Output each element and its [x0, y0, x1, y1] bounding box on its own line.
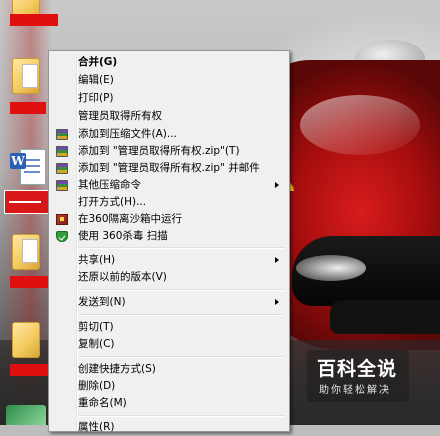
selected-label-text-mark: [9, 201, 41, 203]
desktop-folder-1[interactable]: [10, 0, 58, 26]
menu-item-rename[interactable]: 重命名(M): [51, 395, 287, 412]
menu-item-label: 在360隔离沙箱中运行: [78, 213, 183, 225]
site-watermark: 百科全说 助你轻松解决: [307, 350, 409, 402]
desktop-word-document[interactable]: W: [10, 149, 46, 185]
menu-item-label: 属性(R): [78, 421, 115, 433]
submenu-arrow-icon: [275, 257, 279, 263]
folder-icon: [12, 322, 40, 358]
watermark-title: 百科全说: [317, 358, 398, 380]
menu-separator: [78, 314, 285, 316]
menu-item-label: 共享(H): [78, 254, 116, 266]
menu-item-create-shortcut[interactable]: 创建快捷方式(S): [51, 361, 287, 378]
menu-item-label: 管理员取得所有权: [78, 110, 162, 122]
menu-item-open-with[interactable]: 打开方式(H)...: [51, 194, 287, 211]
archive-icon: [56, 163, 68, 174]
menu-item-add-to-archive[interactable]: 添加到压缩文件(A)...: [51, 126, 287, 143]
menu-item-label: 创建快捷方式(S): [78, 363, 156, 375]
desktop-app-icon[interactable]: [6, 405, 46, 425]
desktop-folder-4[interactable]: [8, 322, 48, 376]
menu-item-label: 复制(C): [78, 338, 115, 350]
document-line: [24, 165, 40, 167]
desktop-folder-2[interactable]: [8, 58, 48, 114]
word-icon: W: [10, 153, 26, 169]
menu-item-share[interactable]: 共享(H): [51, 252, 287, 269]
menu-item-add-to-zip[interactable]: 添加到 "管理员取得所有权.zip"(T): [51, 143, 287, 160]
folder-paper: [22, 239, 38, 263]
archive-icon: [56, 129, 68, 140]
menu-item-label: 发送到(N): [78, 296, 126, 308]
menu-item-take-ownership[interactable]: 管理员取得所有权: [51, 108, 287, 125]
menu-item-label: 删除(D): [78, 380, 116, 392]
menu-item-label: 使用 360杀毒 扫描: [78, 230, 168, 242]
menu-item-360-scan[interactable]: 使用 360杀毒 扫描: [51, 228, 287, 245]
submenu-arrow-icon: [275, 182, 279, 188]
desktop-icon-label: [10, 364, 48, 376]
menu-item-label: 其他压缩命令: [78, 179, 141, 191]
menu-item-label: 重命名(M): [78, 397, 127, 409]
shield-icon: [56, 231, 68, 242]
menu-item-merge[interactable]: 合并(G): [51, 54, 287, 71]
menu-item-label: 添加到压缩文件(A)...: [78, 128, 177, 140]
menu-item-send-to[interactable]: 发送到(N): [51, 294, 287, 311]
menu-item-360-sandbox[interactable]: 在360隔离沙箱中运行: [51, 211, 287, 228]
archive-icon: [56, 180, 68, 191]
car-hood-shine: [300, 95, 420, 155]
menu-item-label: 剪切(T): [78, 321, 114, 333]
car-intake: [330, 300, 440, 334]
archive-icon: [56, 146, 68, 157]
folder-paper: [22, 64, 38, 88]
context-menu: 合并(G) 编辑(E) 打印(P) 管理员取得所有权 添加到压缩文件(A)...…: [48, 50, 290, 433]
menu-item-properties[interactable]: 属性(R): [51, 419, 287, 436]
menu-item-edit[interactable]: 编辑(E): [51, 72, 287, 89]
desktop-folder-3[interactable]: [8, 234, 48, 288]
document-line: [24, 171, 40, 173]
menu-separator: [78, 356, 285, 358]
desktop-icon-label: [10, 276, 48, 288]
menu-item-add-to-zip-email[interactable]: 添加到 "管理员取得所有权.zip" 并邮件: [51, 160, 287, 177]
menu-item-label: 添加到 "管理员取得所有权.zip" 并邮件: [78, 162, 260, 174]
menu-item-label: 编辑(E): [78, 74, 114, 86]
menu-item-label: 还原以前的版本(V): [78, 271, 167, 283]
car-headlamp: [296, 255, 366, 281]
menu-separator: [78, 415, 285, 417]
menu-item-other-compress[interactable]: 其他压缩命令: [51, 177, 287, 194]
menu-item-print[interactable]: 打印(P): [51, 90, 287, 107]
document-line: [24, 159, 40, 161]
submenu-arrow-icon: [275, 299, 279, 305]
menu-item-label: 打开方式(H)...: [78, 196, 147, 208]
selected-file-label[interactable]: [4, 190, 50, 214]
menu-item-label: 添加到 "管理员取得所有权.zip"(T): [78, 145, 240, 157]
watermark-subtitle: 助你轻松解决: [319, 385, 391, 396]
menu-separator: [78, 247, 285, 249]
menu-item-label: 打印(P): [78, 92, 114, 104]
menu-item-label: 合并(G): [78, 56, 118, 68]
desktop-icon-label: [10, 14, 58, 26]
desktop-icon-label: [10, 102, 46, 114]
menu-item-restore-versions[interactable]: 还原以前的版本(V): [51, 269, 287, 286]
menu-item-copy[interactable]: 复制(C): [51, 336, 287, 353]
menu-item-cut[interactable]: 剪切(T): [51, 319, 287, 336]
sandbox-icon: [56, 214, 68, 225]
menu-separator: [78, 289, 285, 291]
menu-item-delete[interactable]: 删除(D): [51, 378, 287, 395]
